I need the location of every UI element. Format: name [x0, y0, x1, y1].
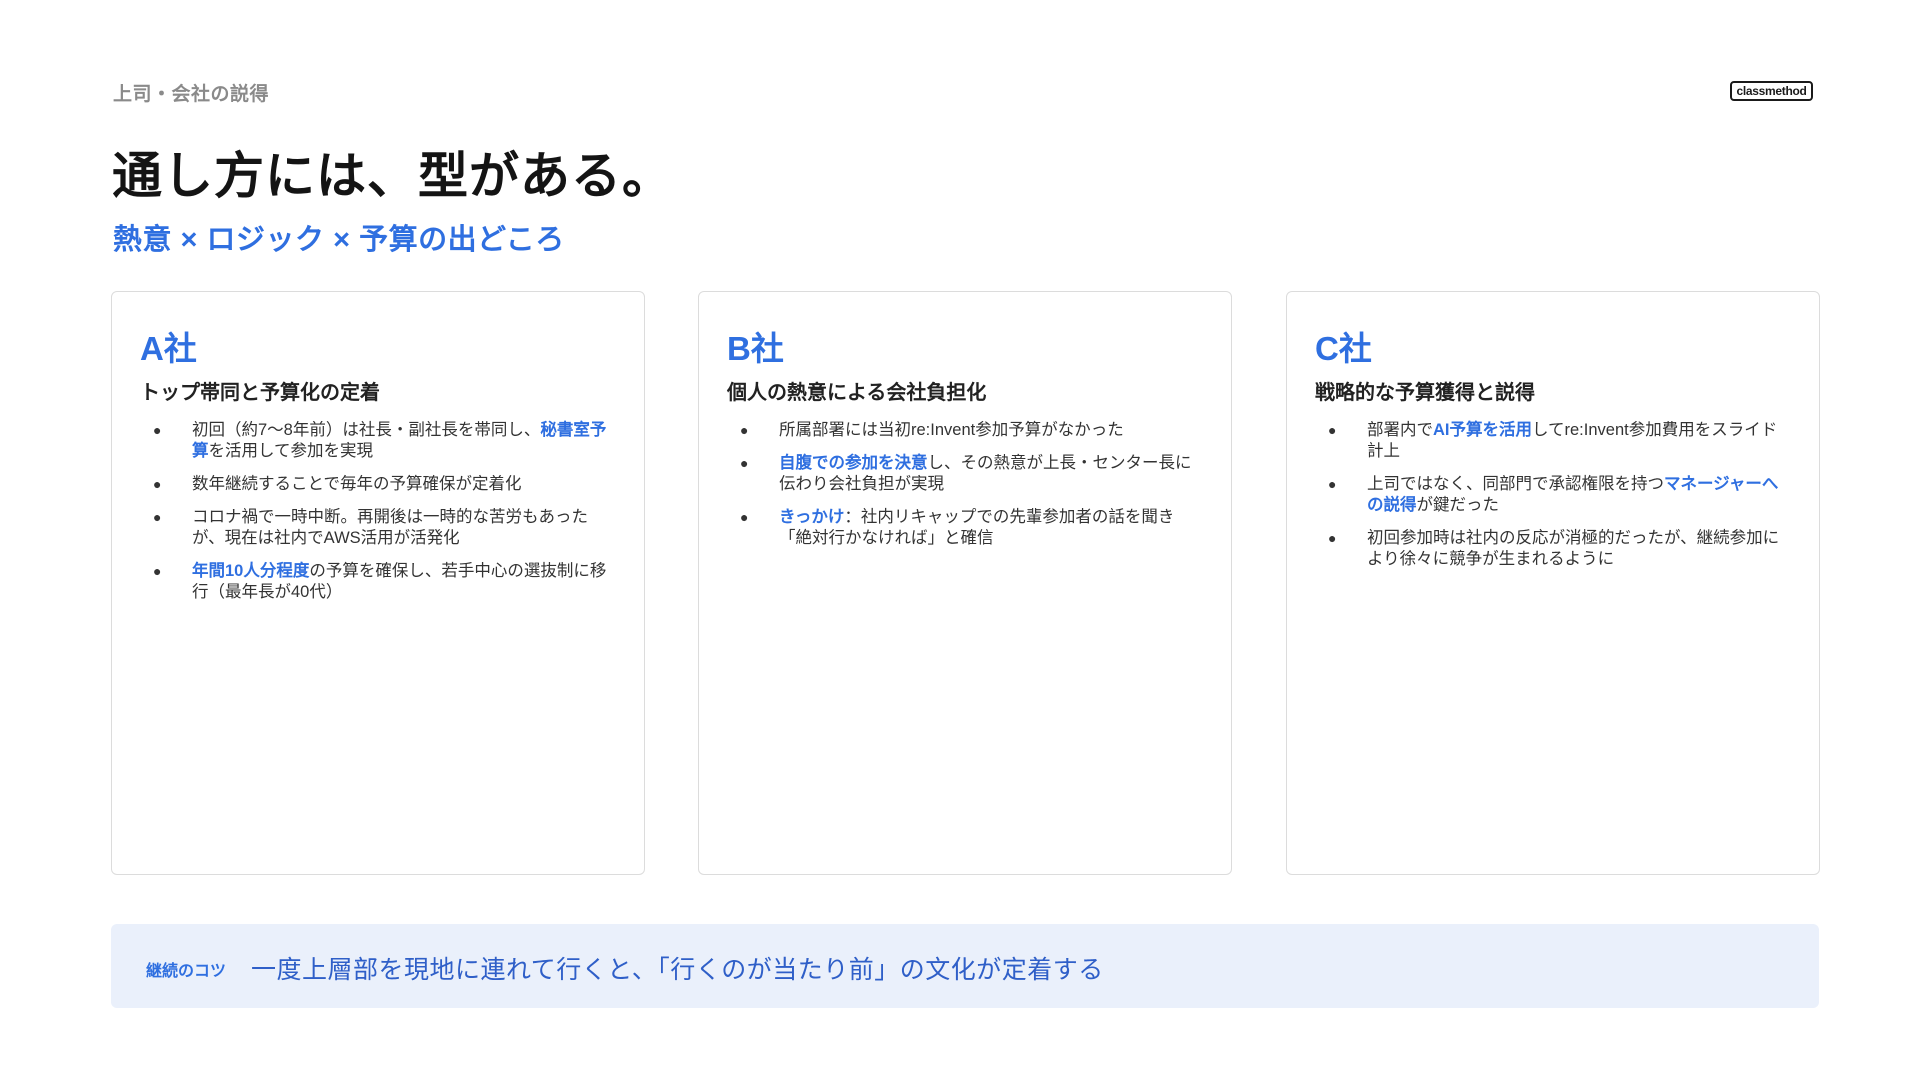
bullet-highlight: 自腹での参加を決意	[779, 454, 928, 472]
bullet-dot-icon: ●	[1328, 476, 1337, 492]
card-company-name: C社	[1315, 330, 1372, 367]
bullet-highlight: きっかけ	[779, 508, 845, 526]
bullet-text-tail: を活用して参加を実現	[208, 442, 374, 460]
bullet-text: 初回参加時は社内の反応が消極的だったが、継続参加により徐々に競争が生まれるように	[1367, 529, 1780, 568]
list-item: ● 部署内でAI予算を活用してre:Invent参加費用をスライド計上	[1327, 420, 1793, 462]
tip-label: 継続のコツ	[146, 963, 227, 980]
slide: 上司・会社の説得 classmethod 通し方には、型がある。 熱意 × ロジ…	[0, 0, 1920, 1080]
bullet-dot-icon: ●	[740, 509, 749, 525]
page-title: 通し方には、型がある。	[112, 148, 673, 204]
list-item: ● 初回参加時は社内の反応が消極的だったが、継続参加により徐々に競争が生まれるよう…	[1327, 528, 1793, 570]
tip-banner: 継続のコツ 一度上層部を現地に連れて行くと、「行くのが当たり前」の文化が定着する	[111, 924, 1819, 1008]
bullet-text: 上司ではなく、同部門で承認権限を持つ	[1367, 475, 1664, 493]
section-label: 上司・会社の説得	[113, 84, 270, 105]
bullet-list: ● 所属部署には当初re:Invent参加予算がなかった ● 自腹での参加を決意し、…	[739, 420, 1205, 561]
bullet-dot-icon: ●	[153, 422, 162, 438]
card-company-name: A社	[140, 330, 197, 367]
bullet-text: 所属部署には当初re:Invent参加予算がなかった	[779, 421, 1124, 439]
card-company-name: B社	[727, 330, 784, 367]
bullet-highlight: AI予算を活用	[1433, 421, 1532, 439]
list-item: ● 所属部署には当初re:Invent参加予算がなかった	[739, 420, 1205, 441]
bullet-dot-icon: ●	[740, 422, 749, 438]
list-item: ● きっかけ：社内リキャップでの先輩参加者の話を聞き「絶対行かなければ」と確信	[739, 507, 1205, 549]
bullet-list: ● 初回（約7〜8年前）は社長・副社長を帯同し、秘書室予算を活用して参加を実現 ●…	[152, 420, 618, 615]
list-item: ● 上司ではなく、同部門で承認権限を持つマネージャーへの説得が鍵だった	[1327, 474, 1793, 516]
list-item: ● 年間10人分程度の予算を確保し、若手中心の選抜制に移行（最年長が40代）	[152, 561, 618, 603]
list-item: ● コロナ禍で一時中断。再開後は一時的な苦労もあったが、現在は社内でAWS活用が活…	[152, 507, 618, 549]
bullet-text-tail: が鍵だった	[1416, 496, 1500, 514]
bullet-dot-icon: ●	[153, 563, 162, 579]
page-subtitle: 熱意 × ロジック × 予算の出どころ	[113, 224, 565, 256]
bullet-text: 初回（約7〜8年前）は社長・副社長を帯同し、	[192, 421, 541, 439]
list-item: ● 数年継続することで毎年の予算確保が定着化	[152, 474, 618, 495]
bullet-list: ● 部署内でAI予算を活用してre:Invent参加費用をスライド計上 ● 上司では…	[1327, 420, 1793, 582]
card-heading: 戦略的な予算獲得と説得	[1315, 382, 1535, 404]
bullet-highlight: 年間10人分程度	[192, 562, 310, 580]
bullet-text: 数年継続することで毎年の予算確保が定着化	[192, 475, 522, 493]
bullet-text: コロナ禍で一時中断。再開後は一時的な苦労もあったが、現在は社内でAWS活用が活発…	[192, 508, 588, 547]
case-card-b: B社 個人の熱意による会社負担化 ● 所属部署には当初re:Invent参加予算が…	[698, 291, 1232, 875]
case-card-a: A社 トップ帯同と予算化の定着 ● 初回（約7〜8年前）は社長・副社長を帯同し、秘…	[111, 291, 645, 875]
bullet-text: 部署内で	[1367, 421, 1433, 439]
bullet-dot-icon: ●	[153, 509, 162, 525]
bullet-dot-icon: ●	[153, 476, 162, 492]
case-card-c: C社 戦略的な予算獲得と説得 ● 部署内でAI予算を活用してre:Invent参加…	[1286, 291, 1820, 875]
card-heading: トップ帯同と予算化の定着	[140, 382, 380, 404]
bullet-dot-icon: ●	[1328, 422, 1337, 438]
classmethod-logo: classmethod	[1730, 81, 1813, 101]
card-heading: 個人の熱意による会社負担化	[727, 382, 987, 404]
bullet-dot-icon: ●	[1328, 530, 1337, 546]
bullet-dot-icon: ●	[740, 455, 749, 471]
list-item: ● 初回（約7〜8年前）は社長・副社長を帯同し、秘書室予算を活用して参加を実現	[152, 420, 618, 462]
list-item: ● 自腹での参加を決意し、その熱意が上長・センター長に伝わり会社負担が実現	[739, 453, 1205, 495]
tip-text: 一度上層部を現地に連れて行くと、「行くのが当たり前」の文化が定着する	[251, 956, 1104, 984]
